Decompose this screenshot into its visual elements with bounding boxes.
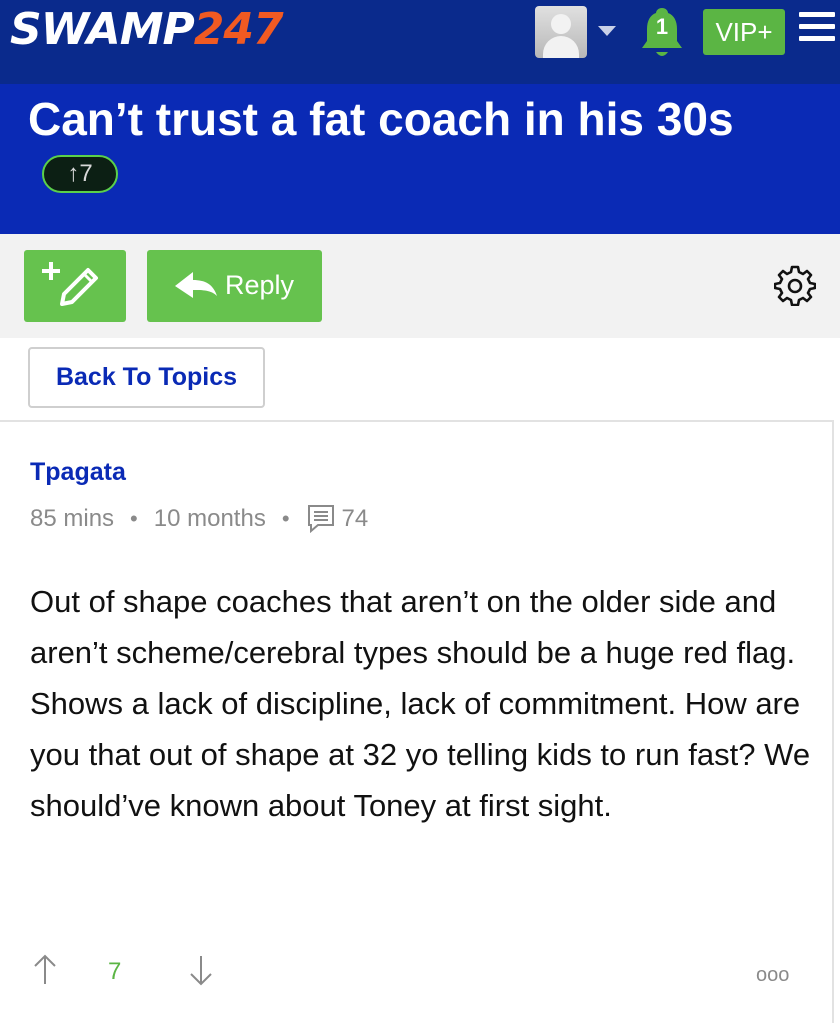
site-logo[interactable]: SWAMP247 [10, 4, 284, 55]
post-meta: 85 mins • 10 months • 74 [30, 504, 368, 534]
gear-icon[interactable] [774, 264, 816, 306]
reply-arrow-icon [175, 272, 217, 298]
topic-vote-badge: ↑7 [42, 154, 118, 193]
upvote-arrow-icon[interactable] [32, 952, 58, 988]
comment-count: 74 [341, 505, 369, 532]
post-time: 85 mins [30, 505, 115, 532]
menu-line [799, 24, 835, 29]
topic-title: Can’t trust a fat coach in his 30s ↑7 [28, 92, 818, 202]
member-since: 10 months [153, 505, 266, 532]
post-author[interactable]: Tpagata [30, 458, 126, 487]
reply-button[interactable]: Reply [147, 250, 322, 322]
comment-icon [307, 504, 334, 533]
meta-separator: • [281, 506, 290, 531]
avatar-head [551, 14, 571, 34]
vip-button[interactable]: VIP+ [703, 9, 785, 55]
compose-icon [42, 262, 98, 306]
logo-number: 247 [193, 4, 284, 55]
menu-line [799, 12, 835, 17]
user-avatar[interactable] [535, 6, 587, 58]
back-to-topics-button[interactable]: Back To Topics [28, 347, 265, 408]
logo-text: SWAMP [10, 4, 195, 55]
menu-line [799, 36, 835, 41]
reply-button-label: Reply [225, 270, 295, 300]
avatar-shoulders [543, 36, 579, 58]
chevron-down-icon[interactable] [598, 26, 616, 36]
hamburger-menu-icon[interactable] [799, 12, 835, 48]
post-body: Out of shape coaches that aren’t on the … [30, 584, 811, 823]
action-bar [0, 234, 840, 338]
more-options-icon[interactable]: ooo [756, 964, 789, 987]
notification-count: 1 [655, 14, 669, 39]
new-post-button[interactable] [24, 250, 126, 322]
downvote-arrow-icon[interactable] [188, 952, 214, 988]
meta-separator: • [130, 506, 138, 531]
topic-title-text: Can’t trust a fat coach in his 30s [28, 93, 734, 145]
post-vote-count: 7 [108, 958, 122, 985]
